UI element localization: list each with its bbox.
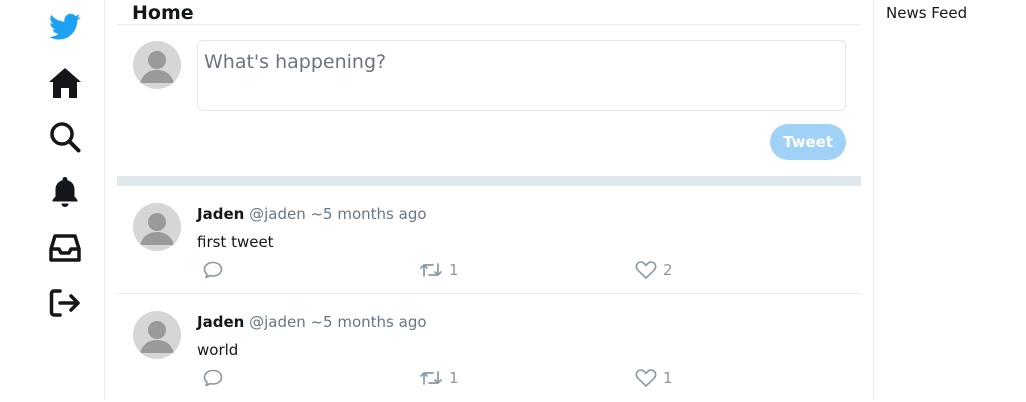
reply-button[interactable] bbox=[203, 260, 229, 280]
tweet-timestamp: ~5 months ago bbox=[310, 205, 427, 223]
retweet-icon bbox=[420, 263, 442, 277]
heart-icon bbox=[635, 369, 657, 387]
author-name[interactable]: Jaden bbox=[197, 313, 244, 331]
bell-icon[interactable] bbox=[46, 173, 84, 211]
sidebar-nav bbox=[0, 0, 105, 400]
page-title: Home bbox=[132, 2, 194, 24]
tweet-timestamp: ~5 months ago bbox=[310, 313, 427, 331]
news-feed-title: News Feed bbox=[886, 4, 968, 22]
home-icon[interactable] bbox=[46, 64, 84, 102]
compose-tweet-input[interactable] bbox=[197, 40, 846, 111]
reply-button[interactable] bbox=[203, 368, 229, 388]
twitter-bird-icon[interactable] bbox=[46, 8, 84, 46]
tweet-item[interactable]: Jaden @jaden ~5 months ago world 1 1 bbox=[117, 294, 861, 402]
retweet-count: 1 bbox=[449, 369, 459, 387]
default-avatar-icon bbox=[133, 311, 181, 359]
retweet-icon bbox=[420, 371, 442, 385]
heart-icon bbox=[635, 261, 657, 279]
like-count: 2 bbox=[663, 261, 673, 279]
retweet-button[interactable]: 1 bbox=[419, 260, 459, 280]
tweet-text: world bbox=[197, 341, 239, 359]
search-icon[interactable] bbox=[46, 118, 84, 156]
avatar[interactable] bbox=[133, 203, 181, 251]
tweet-item[interactable]: Jaden @jaden ~5 months ago first tweet 1… bbox=[117, 186, 861, 294]
composer-avatar bbox=[133, 41, 181, 89]
avatar[interactable] bbox=[133, 311, 181, 359]
retweet-count: 1 bbox=[449, 261, 459, 279]
reply-icon bbox=[203, 369, 223, 387]
feed-divider bbox=[117, 176, 861, 186]
retweet-button[interactable]: 1 bbox=[419, 368, 459, 388]
like-button[interactable]: 2 bbox=[635, 260, 673, 280]
tweet-button[interactable]: Tweet bbox=[770, 124, 846, 160]
author-name[interactable]: Jaden bbox=[197, 205, 244, 223]
reply-icon bbox=[203, 261, 223, 279]
default-avatar-icon bbox=[133, 41, 181, 89]
tweet-text: first tweet bbox=[197, 233, 274, 251]
author-handle[interactable]: @jaden bbox=[249, 205, 306, 223]
logout-icon[interactable] bbox=[46, 284, 84, 322]
header-divider bbox=[117, 24, 861, 25]
like-button[interactable]: 1 bbox=[635, 368, 673, 388]
news-feed-panel: News Feed bbox=[873, 0, 1026, 400]
tweet-header: Jaden @jaden ~5 months ago bbox=[197, 312, 427, 332]
author-handle[interactable]: @jaden bbox=[249, 313, 306, 331]
default-avatar-icon bbox=[133, 203, 181, 251]
like-count: 1 bbox=[663, 369, 673, 387]
inbox-icon[interactable] bbox=[46, 229, 84, 267]
main-column: Home Tweet Jaden @jaden ~5 months ago fi… bbox=[117, 0, 861, 400]
tweet-header: Jaden @jaden ~5 months ago bbox=[197, 204, 427, 224]
